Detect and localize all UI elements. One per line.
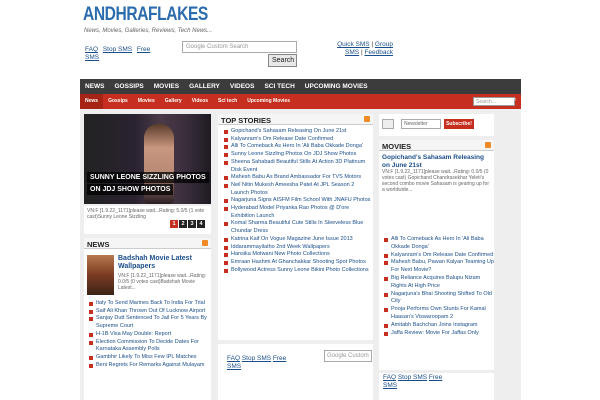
slider-pager: 1 2 3 4 (170, 220, 205, 228)
slider-page-3[interactable]: 3 (188, 220, 196, 228)
site-tagline: News, Movies, Galleries, Reviews, Tech N… (84, 28, 213, 34)
right-bottom-box: FAQ Stop SMS Free SMS (379, 373, 494, 400)
list-item[interactable]: Hansika Motwani New Photo Collections (221, 251, 371, 259)
subnav-news[interactable]: News (80, 94, 104, 109)
rss-icon[interactable] (485, 142, 491, 148)
movies-feature-title[interactable]: Gopichand's Sahasam Releasing on June 21… (382, 154, 492, 170)
search-icon[interactable]: ⌕ (513, 97, 519, 106)
email-icon (382, 119, 394, 129)
list-item[interactable]: Nagarjuna's Bhai Shooting Shifted To Old… (382, 291, 494, 307)
main-nav: NEWS GOSSIPS MOVIES GALLERY VIDEOS SCI TECH UP… (80, 79, 521, 94)
rss-icon[interactable] (202, 240, 208, 246)
nav-news[interactable]: NEWS (80, 79, 110, 94)
news-list: Italy To Send Marines Back To India For … (87, 300, 209, 369)
nav-sci-tech[interactable]: SCI TECH (259, 79, 299, 94)
faq-link[interactable]: FAQ (383, 374, 396, 381)
list-item[interactable]: Beni Regrets For Remarks Against Mulayam (87, 362, 209, 370)
slider-page-4[interactable]: 4 (197, 220, 205, 228)
list-item[interactable]: Big Reliance Acquires Balupu Nizam Right… (382, 275, 494, 291)
stop-sms-link[interactable]: Stop SMS (398, 374, 427, 381)
list-item[interactable]: Pooja Performs Own Stunts For Kamal Haas… (382, 306, 494, 322)
movies-heading[interactable]: MOVIES (379, 140, 494, 151)
featured-slider[interactable]: SUNNY LEONE SIZZLING PHOTOS ON JDJ SHOW … (84, 114, 211, 204)
list-item[interactable]: Komal Sharma Beautiful Cute Stills In Sl… (221, 220, 371, 235)
list-item[interactable]: Alli To Comeback As Hero In 'Ali Baba Ok… (382, 236, 494, 252)
rss-icon[interactable] (364, 116, 370, 122)
slider-page-1[interactable]: 1 (170, 220, 178, 228)
nav-upcoming-movies[interactable]: UPCOMING MOVIES (300, 79, 373, 94)
stop-sms-link[interactable]: Stop SMS (242, 355, 271, 362)
list-item[interactable]: Sunny Leone Sizzling Photos On JDJ Show … (221, 151, 371, 159)
list-item[interactable]: Alli To Comeback As Hero In 'Ali Baba Ok… (221, 143, 371, 151)
list-item[interactable]: Hyderabad Model Priyanka Rao Photos @ D'… (221, 205, 371, 220)
sub-nav: News Gossips Movies Gallery Videos Sci tech Up… (80, 94, 521, 109)
list-item[interactable]: Sanjay Dutt Sentenced To Jail For 5 Year… (87, 315, 209, 330)
quick-sms-link[interactable]: Quick SMS (337, 41, 370, 48)
faq-link[interactable]: FAQ (227, 355, 240, 362)
list-item[interactable]: Amitabh Bachchan Joins Instagram (382, 322, 494, 330)
list-item[interactable]: Election Commission To Decide Dates For … (87, 339, 209, 354)
subscribe-box: Newsletter Subscribe! (379, 114, 494, 136)
middle-search-input[interactable]: Google Custom (324, 350, 372, 362)
list-item[interactable]: Iddarammayilatho 2nd Week Wallpapers (221, 244, 371, 252)
list-item[interactable]: Gambhir Likely To Miss Few IPL Matches (87, 354, 209, 362)
header-links: FAQ Stop SMS Free SMS (85, 46, 165, 62)
feedback-link[interactable]: Feedback (364, 49, 393, 56)
slider-caption-line2[interactable]: ON JDJ SHOW PHOTOS (87, 184, 174, 195)
stop-sms-link[interactable]: Stop SMS (103, 46, 132, 53)
subnav-movies[interactable]: Movies (133, 94, 160, 109)
slider-caption-line1[interactable]: SUNNY LEONE SIZZLING PHOTOS (87, 172, 209, 183)
top-stories-heading: TOP STORIES (218, 114, 373, 125)
right-gutter (497, 109, 521, 400)
nav-search-input[interactable]: Search... (473, 97, 515, 106)
list-item[interactable]: Neil Nitin Mukesh Ameesha Patel At JPL S… (221, 182, 371, 197)
site-logo[interactable]: ANDHRAFLAKES (83, 4, 208, 26)
list-item[interactable]: Sheena Sahabadi Beautiful Stills At Acti… (221, 159, 371, 174)
subnav-gallery[interactable]: Gallery (160, 94, 187, 109)
list-item[interactable]: Mahesh Babu As Brand Ambassador For TVS … (221, 174, 371, 182)
nav-gossips[interactable]: GOSSIPS (110, 79, 149, 94)
list-item[interactable]: Katrina Kaif On Vogue Magazine June Issu… (221, 236, 371, 244)
header-right-links: Quick SMS | Group SMS | Feedback (337, 41, 393, 56)
middle-bottom-links: FAQ Stop SMS Free SMS (227, 355, 287, 371)
list-item[interactable]: Mahesh Babu, Pawan Kalyan Teaming Up For… (382, 259, 494, 275)
page: ANDHRAFLAKES News, Movies, Galleries, Re… (0, 0, 600, 400)
list-item[interactable]: Kalyanram's Om Release Date Confirmed (382, 252, 494, 260)
middle-bottom-box: FAQ Stop SMS Free SMS Google Custom (218, 344, 373, 400)
header-search-input[interactable]: Google Custom Search (182, 41, 297, 53)
nav-gallery[interactable]: GALLERY (184, 79, 225, 94)
list-item[interactable]: Gopichand's Sahasam Releasing On June 21… (221, 128, 371, 136)
news-feature-title[interactable]: Badshah Movie Latest Wallpapers (118, 255, 208, 271)
nav-movies[interactable]: MOVIES (149, 79, 184, 94)
list-item[interactable]: Bollywood Actress Sunny Leone Bikini Pho… (221, 267, 371, 275)
newsletter-email-field[interactable]: Newsletter (401, 119, 441, 129)
news-heading[interactable]: NEWS (84, 238, 211, 249)
subnav-sci-tech[interactable]: Sci tech (213, 94, 242, 109)
list-item[interactable]: Italy To Send Marines Back To India For … (87, 300, 209, 308)
movies-feature-meta: VN:F [1.9.22_1171]please wait...Rating: … (382, 169, 490, 193)
news-feature-meta: VN:F [1.9.22_1171]please wait...Rating: … (118, 273, 207, 291)
list-item[interactable]: H-1B Visa May Double: Report (87, 331, 209, 339)
subnav-upcoming-movies[interactable]: Upcoming Movies (242, 94, 295, 109)
list-item[interactable]: Jaffa Review: Movie For Jaffas Only (382, 330, 494, 338)
news-box: NEWS Badshah Movie Latest Wallpapers VN:… (84, 238, 211, 400)
subnav-gossips[interactable]: Gossips (103, 94, 133, 109)
movies-box: MOVIES Gopichand's Sahasam Releasing on … (379, 140, 494, 370)
movies-list: Alli To Comeback As Hero In 'Ali Baba Ok… (382, 236, 494, 337)
top-stories-list: Gopichand's Sahasam Releasing On June 21… (221, 128, 371, 274)
list-item[interactable]: Saif Ali Khan Thrown Out Of Lucknow Airp… (87, 308, 209, 316)
top-stories-box: TOP STORIES Gopichand's Sahasam Releasin… (218, 114, 373, 340)
slider-page-2[interactable]: 2 (179, 220, 187, 228)
subscribe-button[interactable]: Subscribe! (444, 119, 474, 129)
nav-videos[interactable]: VIDEOS (225, 79, 260, 94)
news-feature-thumbnail[interactable] (87, 255, 114, 295)
list-item[interactable]: Kalyanram's Om Release Date Confirmed (221, 136, 371, 144)
list-item[interactable]: Emraan Hashmi At Ghanchakkar Shooting Sp… (221, 259, 371, 267)
faq-link[interactable]: FAQ (85, 46, 98, 53)
right-bottom-links: FAQ Stop SMS Free SMS (383, 374, 443, 390)
subnav-videos[interactable]: Videos (187, 94, 213, 109)
header-search-button[interactable]: Search (268, 54, 297, 67)
list-item[interactable]: Nagarjuna Signs AISFM Film School With J… (221, 197, 371, 205)
